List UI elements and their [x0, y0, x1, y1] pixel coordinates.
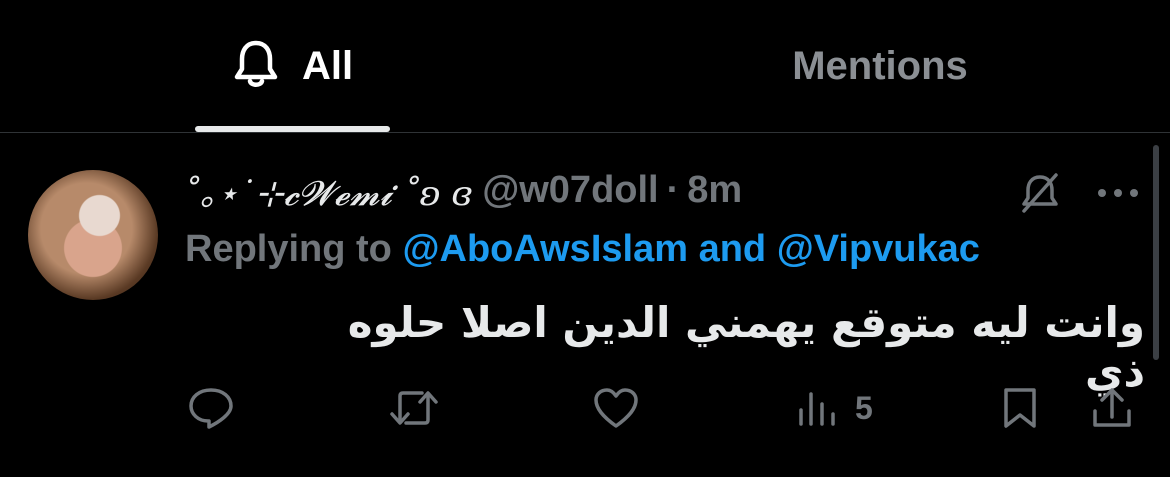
display-name[interactable]: ˚｡⋆˙⊹𝓬𝓦𝓮𝓶𝓲 ˚ʚ ɞ — [183, 166, 472, 215]
avatar[interactable] — [28, 170, 158, 300]
retweet-icon — [390, 391, 438, 425]
reply-button[interactable] — [187, 378, 235, 438]
bookmark-icon — [1004, 388, 1036, 428]
bookmark-button[interactable] — [998, 378, 1042, 438]
tweet-time[interactable]: 8m — [687, 169, 742, 212]
tab-mentions[interactable]: Mentions — [700, 0, 1060, 132]
notification-tweet[interactable]: ˚｡⋆˙⊹𝓬𝓦𝓮𝓶𝓲 ˚ʚ ɞ @w07doll · 8m Replying t… — [0, 133, 1170, 477]
heart-icon — [594, 388, 638, 428]
views-icon — [799, 392, 835, 426]
tab-all-label: All — [301, 43, 354, 88]
reply-user-link[interactable]: @AboAwsIslam — [402, 228, 688, 270]
separator-dot: · — [666, 168, 680, 211]
tweet-actions: 5 — [0, 378, 1170, 438]
share-icon — [1093, 388, 1131, 427]
reply-and[interactable]: and — [699, 228, 767, 270]
scrollbar[interactable] — [1153, 145, 1159, 360]
tweet-header: ˚｡⋆˙⊹𝓬𝓦𝓮𝓶𝓲 ˚ʚ ɞ @w07doll · 8m — [183, 166, 742, 215]
share-button[interactable] — [1090, 378, 1134, 438]
views-count: 5 — [855, 389, 873, 426]
tab-mentions-label: Mentions — [792, 43, 968, 88]
reply-user-link[interactable]: @Vipvukac — [777, 228, 980, 270]
user-handle[interactable]: @w07doll — [482, 169, 658, 212]
more-icon[interactable] — [1095, 183, 1141, 203]
notification-tabs: All Mentions — [0, 0, 1170, 132]
bell-icon — [232, 39, 280, 94]
reply-prefix: Replying to — [185, 228, 392, 270]
mute-icon[interactable] — [1018, 171, 1062, 215]
views-button[interactable]: 5 — [795, 378, 873, 438]
retweet-button[interactable] — [388, 378, 440, 438]
replying-to: Replying to @AboAwsIslam and @Vipvukac — [185, 228, 980, 271]
like-button[interactable] — [592, 378, 640, 438]
reply-icon — [189, 388, 233, 429]
tab-all[interactable]: All — [195, 0, 390, 132]
